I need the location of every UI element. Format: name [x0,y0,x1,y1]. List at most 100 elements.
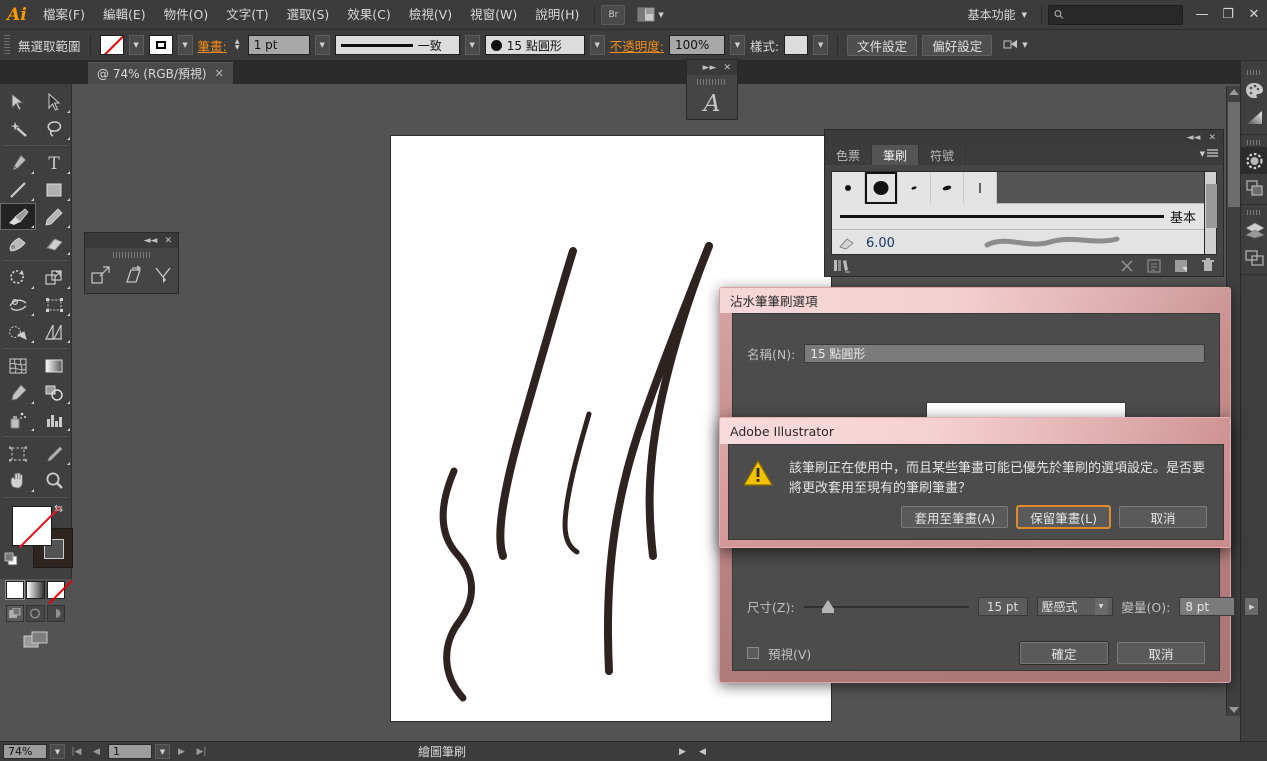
artboard-number-field[interactable]: 1 [108,744,152,759]
status-collapse-button[interactable]: ◀ [694,744,711,760]
stroke-profile-combo[interactable]: 一致 [334,35,460,55]
draw-normal-button[interactable] [6,605,25,622]
perspective-grid-tool[interactable] [36,318,72,345]
screen-mode-button[interactable] [0,625,71,650]
gradient-button[interactable] [26,581,45,599]
panel-grip[interactable] [687,75,737,88]
new-brush-icon[interactable] [1174,259,1188,273]
default-fill-stroke-icon[interactable] [4,552,20,571]
style-dropdown-arrow[interactable]: ▼ [813,35,829,55]
scroll-up-arrow-icon[interactable] [1229,89,1239,95]
rectangle-tool[interactable] [36,176,72,203]
apply-to-strokes-button[interactable]: 套用至筆畫(A) [901,506,1009,528]
preview-checkbox[interactable] [747,647,759,659]
zoom-dropdown-arrow[interactable]: ▼ [50,744,65,759]
close-icon[interactable]: ✕ [723,63,731,73]
scale-tool[interactable] [36,264,72,291]
selection-tool[interactable] [0,88,36,115]
arrange-documents-icon[interactable]: ▼ [637,7,664,22]
stroke-weight-stepper[interactable]: ▲ ▼ [232,35,243,55]
direct-selection-tool[interactable] [36,88,72,115]
draw-inside-button[interactable] [46,605,65,622]
maximize-button[interactable]: ❐ [1215,2,1241,28]
brushes-panel[interactable]: ◄◄ ✕ 色票 筆刷 符號 ▼ 基本 6.00 [824,129,1224,277]
minimize-button[interactable]: — [1189,2,1215,28]
gradient-tool[interactable] [36,352,72,379]
free-transform-icon[interactable] [90,265,111,288]
rotate-tool[interactable] [0,264,36,291]
brush-thumb-3[interactable] [931,172,964,204]
previous-artboard-button[interactable]: ◀ [88,744,105,760]
brush-thumb-4[interactable] [964,172,997,204]
menu-window[interactable]: 視窗(W) [461,0,526,30]
menu-edit[interactable]: 編輯(E) [94,0,155,30]
variation-value[interactable]: 8 pt [1179,597,1236,616]
alert-dialog[interactable]: Adobe Illustrator 該筆刷正在使用中，而且某些筆畫可能已優先於筆… [719,417,1231,548]
select-similar-button[interactable]: ▼ [1003,39,1028,52]
stroke-profile-dropdown-arrow[interactable]: ▼ [464,35,480,55]
type-tool[interactable]: T [36,149,72,176]
size-mode-combo[interactable]: 壓感式 ▼ [1036,597,1113,616]
remove-brush-stroke-icon[interactable] [1120,259,1134,273]
alert-cancel-button[interactable]: 取消 [1119,506,1207,528]
control-bar-grip[interactable] [4,35,10,55]
swap-fill-stroke-icon[interactable]: ⇆ [54,502,63,515]
hand-tool[interactable] [0,467,36,494]
variation-stepper[interactable]: ▶ [1244,597,1260,616]
brush-list-item[interactable]: 6.00 [832,230,1204,254]
document-setup-button[interactable]: 文件設定 [847,34,918,56]
stroke-weight-label[interactable]: 筆畫: [198,36,227,55]
shear-icon[interactable] [122,265,142,288]
brushes-scroll-thumb[interactable] [1206,184,1217,228]
fill-swatch[interactable] [99,35,124,55]
graphic-style-swatch[interactable] [784,35,809,55]
menu-select[interactable]: 選取(S) [278,0,339,30]
draw-behind-button[interactable] [26,605,45,622]
floating-tools-panel[interactable]: ◄◄ ✕ [84,232,179,294]
color-button[interactable] [6,581,25,599]
color-icon[interactable] [1241,77,1267,104]
menu-file[interactable]: 檔案(F) [34,0,94,30]
transparency-icon[interactable] [1241,174,1267,201]
panel-grip[interactable] [85,248,178,261]
document-tab[interactable]: @ 74% (RGB/預視) ✕ [88,62,234,84]
workspace-switcher[interactable]: 基本功能 ▼ [960,4,1035,26]
first-artboard-button[interactable]: |◀ [68,744,85,760]
layers-icon[interactable] [1241,217,1267,244]
menu-help[interactable]: 說明(H) [526,0,588,30]
paintbrush-tool[interactable] [0,203,36,230]
free-transform-tool[interactable] [36,291,72,318]
lasso-tool[interactable] [36,115,72,142]
gradient-icon[interactable] [1241,104,1267,131]
status-expand-button[interactable]: ▶ [674,744,691,760]
last-artboard-button[interactable]: ▶| [193,744,210,760]
ok-button[interactable]: 確定 [1020,642,1108,664]
panel-menu-button[interactable]: ▼ [1200,149,1218,158]
size-slider[interactable] [803,597,969,616]
tab-symbols[interactable]: 符號 [919,145,967,165]
fill-color-box[interactable] [12,506,52,546]
brush-definition-combo[interactable]: 15 點圓形 [484,35,585,55]
shape-builder-tool[interactable] [0,318,36,345]
width-tool[interactable] [0,291,36,318]
brush-definition-dropdown-arrow[interactable]: ▼ [589,35,605,55]
search-box[interactable] [1048,4,1183,25]
fill-dropdown-arrow[interactable]: ▼ [128,35,144,55]
pencil-tool[interactable] [36,203,72,230]
menu-effect[interactable]: 效果(C) [338,0,399,30]
slider-knob[interactable] [821,600,834,613]
stroke-dropdown-arrow[interactable]: ▼ [177,35,193,55]
artboard-dropdown-arrow[interactable]: ▼ [155,744,170,759]
close-icon[interactable]: ✕ [215,67,224,80]
artboard-tool[interactable] [0,440,36,467]
brush-list-item[interactable]: 基本 [832,204,1204,230]
brush-thumb-0[interactable] [832,172,865,204]
artboards-icon[interactable] [1241,244,1267,271]
zoom-level-field[interactable]: 74% [3,744,47,759]
opacity-dropdown-arrow[interactable]: ▼ [729,35,745,55]
dock-grip[interactable] [1241,68,1267,77]
magic-wand-tool[interactable] [0,115,36,142]
collapse-icon[interactable]: ◄◄ [1187,133,1201,143]
menu-type[interactable]: 文字(T) [217,0,277,30]
preferences-button[interactable]: 偏好設定 [922,34,993,56]
